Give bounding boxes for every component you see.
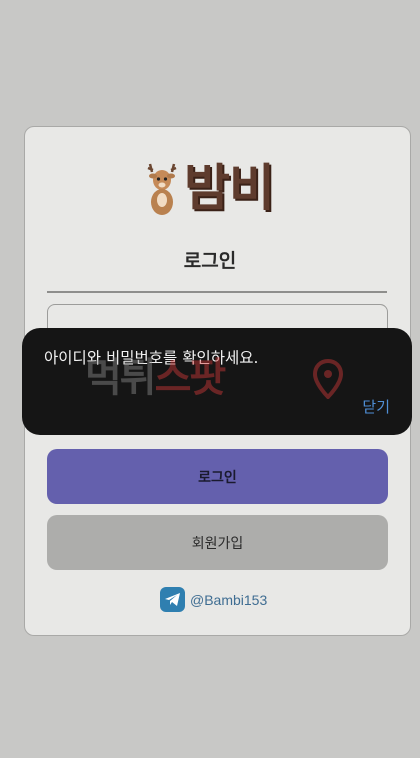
brand-name: 밤비: [184, 159, 275, 217]
signup-button[interactable]: 회원가입: [47, 515, 388, 570]
brand-logo: 밤비: [142, 158, 302, 220]
title-divider: [47, 291, 387, 293]
close-button[interactable]: 닫기: [362, 396, 390, 417]
alert-dialog: 아이디와 비밀번호를 확인하세요. 닫기: [22, 328, 412, 435]
telegram-handle: @Bambi153: [190, 591, 268, 608]
telegram-icon: [160, 587, 185, 612]
page-title: 로그인: [183, 250, 237, 272]
deer-icon: [147, 163, 177, 215]
alert-message: 아이디와 비밀번호를 확인하세요.: [44, 349, 259, 367]
telegram-contact[interactable]: @Bambi153: [160, 587, 267, 612]
login-button[interactable]: 로그인: [47, 449, 388, 504]
